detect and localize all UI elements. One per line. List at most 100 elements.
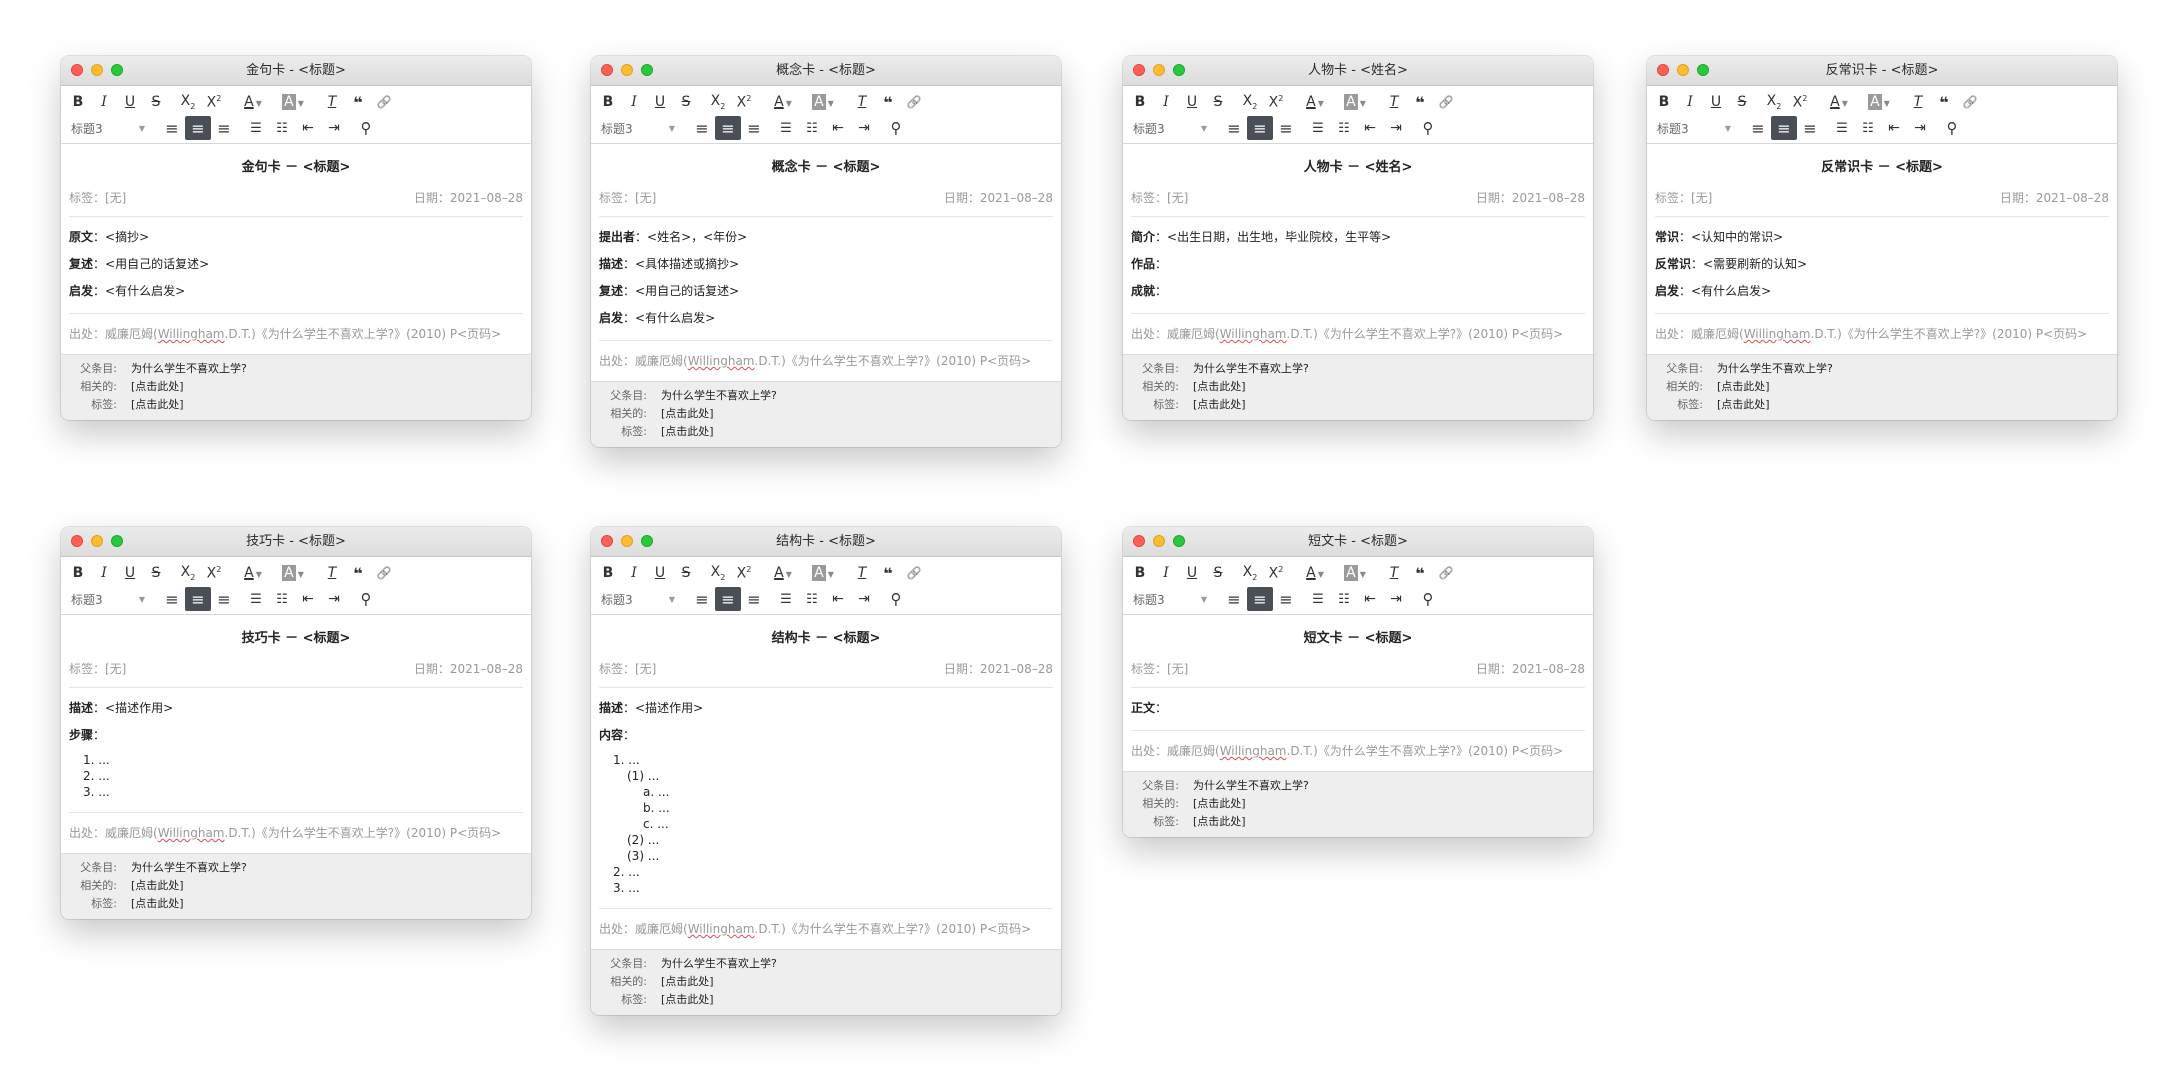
clear-format-button[interactable]: T xyxy=(849,90,875,114)
find-button[interactable]: ⚲ xyxy=(1939,116,1965,140)
align-right-button[interactable]: ≡ xyxy=(211,587,237,611)
underline-button[interactable]: U xyxy=(647,90,673,114)
underline-button[interactable]: U xyxy=(117,561,143,585)
bulleted-list-button[interactable]: ☰ xyxy=(243,116,269,140)
blockquote-button[interactable]: ❝ xyxy=(345,90,371,114)
tags-entry-link[interactable]: [点击此处] xyxy=(1193,396,1246,414)
numbered-list-button[interactable]: ☷ xyxy=(269,587,295,611)
card-content[interactable]: 人物卡 － <姓名> 标签：[无] 日期：2021–08–28 简介：<出生日期，出生… xyxy=(1123,144,1593,354)
blockquote-button[interactable]: ❝ xyxy=(1407,90,1433,114)
strikethrough-button[interactable]: S xyxy=(1205,90,1231,114)
outdent-button[interactable]: ⇤ xyxy=(1881,116,1907,140)
highlight-color-button[interactable]: A ▼ xyxy=(1335,90,1375,114)
font-color-button[interactable]: A ▼ xyxy=(763,90,803,114)
paragraph-style-select[interactable]: 标题3 ▼ xyxy=(595,117,681,139)
bulleted-list-button[interactable]: ☰ xyxy=(773,587,799,611)
related-entries-link[interactable]: [点击此处] xyxy=(1193,378,1246,396)
strikethrough-button[interactable]: S xyxy=(1729,90,1755,114)
highlight-color-button[interactable]: A ▼ xyxy=(803,90,843,114)
parent-entry-link[interactable]: 为什么学生不喜欢上学? xyxy=(1193,360,1309,378)
strikethrough-button[interactable]: S xyxy=(143,561,169,585)
underline-button[interactable]: U xyxy=(647,561,673,585)
strikethrough-button[interactable]: S xyxy=(143,90,169,114)
outdent-button[interactable]: ⇤ xyxy=(825,116,851,140)
strikethrough-button[interactable]: S xyxy=(673,90,699,114)
superscript-button[interactable]: X2 xyxy=(731,90,757,114)
parent-entry-link[interactable]: 为什么学生不喜欢上学? xyxy=(131,360,247,378)
italic-button[interactable]: I xyxy=(91,561,117,585)
indent-button[interactable]: ⇥ xyxy=(321,587,347,611)
align-left-button[interactable]: ≡ xyxy=(689,116,715,140)
italic-button[interactable]: I xyxy=(91,90,117,114)
outdent-button[interactable]: ⇤ xyxy=(295,587,321,611)
tags-entry-link[interactable]: [点击此处] xyxy=(131,396,184,414)
outdent-button[interactable]: ⇤ xyxy=(825,587,851,611)
card-content[interactable]: 技巧卡 － <标题> 标签：[无] 日期：2021–08–28 描述：<描述作用> 步骤… xyxy=(61,615,531,853)
align-right-button[interactable]: ≡ xyxy=(1797,116,1823,140)
paragraph-style-select[interactable]: 标题3 ▼ xyxy=(1127,117,1213,139)
bold-button[interactable]: B xyxy=(595,561,621,585)
subscript-button[interactable]: X2 xyxy=(705,90,731,114)
link-button[interactable]: 🔗 xyxy=(371,561,397,585)
align-right-button[interactable]: ≡ xyxy=(741,587,767,611)
indent-button[interactable]: ⇥ xyxy=(321,116,347,140)
subscript-button[interactable]: X2 xyxy=(1237,561,1263,585)
font-color-button[interactable]: A ▼ xyxy=(763,561,803,585)
numbered-list-button[interactable]: ☷ xyxy=(799,587,825,611)
highlight-color-button[interactable]: A ▼ xyxy=(1335,561,1375,585)
highlight-color-button[interactable]: A ▼ xyxy=(1859,90,1899,114)
tags-entry-link[interactable]: [点击此处] xyxy=(661,423,714,441)
related-entries-link[interactable]: [点击此处] xyxy=(131,877,184,895)
related-entries-link[interactable]: [点击此处] xyxy=(131,378,184,396)
align-center-button[interactable]: ≡ xyxy=(715,116,741,140)
align-left-button[interactable]: ≡ xyxy=(1745,116,1771,140)
italic-button[interactable]: I xyxy=(1153,90,1179,114)
clear-format-button[interactable]: T xyxy=(1381,561,1407,585)
subscript-button[interactable]: X2 xyxy=(705,561,731,585)
blockquote-button[interactable]: ❝ xyxy=(1931,90,1957,114)
subscript-button[interactable]: X2 xyxy=(175,90,201,114)
link-button[interactable]: 🔗 xyxy=(1433,90,1459,114)
bulleted-list-button[interactable]: ☰ xyxy=(1829,116,1855,140)
italic-button[interactable]: I xyxy=(621,90,647,114)
superscript-button[interactable]: X2 xyxy=(1263,90,1289,114)
clear-format-button[interactable]: T xyxy=(1905,90,1931,114)
highlight-color-button[interactable]: A ▼ xyxy=(273,90,313,114)
highlight-color-button[interactable]: A ▼ xyxy=(803,561,843,585)
paragraph-style-select[interactable]: 标题3 ▼ xyxy=(595,588,681,610)
clear-format-button[interactable]: T xyxy=(1381,90,1407,114)
related-entries-link[interactable]: [点击此处] xyxy=(1717,378,1770,396)
bulleted-list-button[interactable]: ☰ xyxy=(773,116,799,140)
bulleted-list-button[interactable]: ☰ xyxy=(1305,587,1331,611)
link-button[interactable]: 🔗 xyxy=(1433,561,1459,585)
clear-format-button[interactable]: T xyxy=(319,90,345,114)
indent-button[interactable]: ⇥ xyxy=(851,587,877,611)
outdent-button[interactable]: ⇤ xyxy=(1357,116,1383,140)
paragraph-style-select[interactable]: 标题3 ▼ xyxy=(65,117,151,139)
numbered-list-button[interactable]: ☷ xyxy=(269,116,295,140)
align-left-button[interactable]: ≡ xyxy=(1221,116,1247,140)
superscript-button[interactable]: X2 xyxy=(1263,561,1289,585)
parent-entry-link[interactable]: 为什么学生不喜欢上学? xyxy=(131,859,247,877)
underline-button[interactable]: U xyxy=(1179,90,1205,114)
parent-entry-link[interactable]: 为什么学生不喜欢上学? xyxy=(1193,777,1309,795)
underline-button[interactable]: U xyxy=(117,90,143,114)
font-color-button[interactable]: A ▼ xyxy=(233,561,273,585)
related-entries-link[interactable]: [点击此处] xyxy=(661,405,714,423)
tags-entry-link[interactable]: [点击此处] xyxy=(1717,396,1770,414)
font-color-button[interactable]: A ▼ xyxy=(1819,90,1859,114)
font-color-button[interactable]: A ▼ xyxy=(233,90,273,114)
card-content[interactable]: 反常识卡 － <标题> 标签：[无] 日期：2021–08–28 常识：<认知中的常识… xyxy=(1647,144,2117,354)
indent-button[interactable]: ⇥ xyxy=(1383,116,1409,140)
superscript-button[interactable]: X2 xyxy=(1787,90,1813,114)
align-right-button[interactable]: ≡ xyxy=(1273,116,1299,140)
blockquote-button[interactable]: ❝ xyxy=(875,90,901,114)
align-center-button[interactable]: ≡ xyxy=(185,587,211,611)
strikethrough-button[interactable]: S xyxy=(1205,561,1231,585)
numbered-list-button[interactable]: ☷ xyxy=(1331,587,1357,611)
subscript-button[interactable]: X2 xyxy=(1237,90,1263,114)
align-right-button[interactable]: ≡ xyxy=(741,116,767,140)
tags-entry-link[interactable]: [点击此处] xyxy=(131,895,184,913)
font-color-button[interactable]: A ▼ xyxy=(1295,90,1335,114)
blockquote-button[interactable]: ❝ xyxy=(345,561,371,585)
